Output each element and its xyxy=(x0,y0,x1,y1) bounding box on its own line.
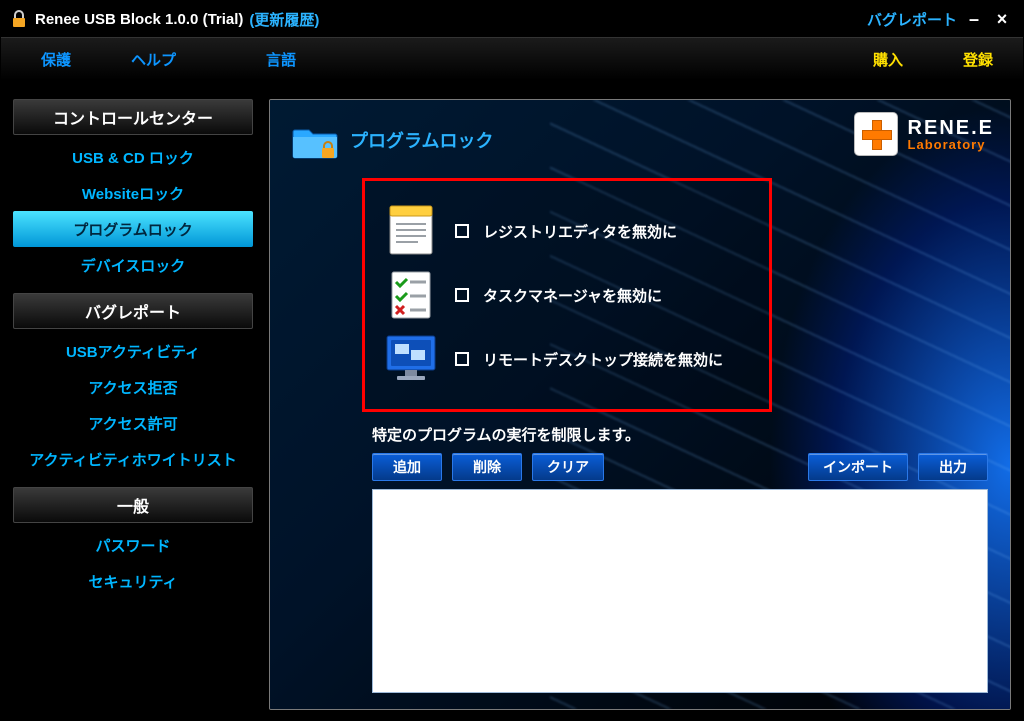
menu-buy[interactable]: 購入 xyxy=(873,49,903,70)
program-listbox[interactable] xyxy=(372,489,988,693)
sidebar: コントロールセンター USB & CD ロック Websiteロック プログラム… xyxy=(13,99,253,710)
description-text: 特定のプログラムの実行を制限します。 xyxy=(372,424,988,445)
menu-register[interactable]: 登録 xyxy=(963,49,993,70)
checkbox-disable-taskmgr[interactable] xyxy=(455,288,469,302)
close-button[interactable]: × xyxy=(991,9,1013,30)
plus-icon xyxy=(854,112,898,156)
option-label-taskmgr: タスクマネージャを無効に xyxy=(483,285,662,306)
clear-button[interactable]: クリア xyxy=(532,453,604,481)
option-label-remotedesktop: リモートデスクトップ接続を無効に xyxy=(483,349,723,370)
option-row-remotedesktop: リモートデスクトップ接続を無効に xyxy=(383,331,751,387)
minimize-button[interactable]: – xyxy=(963,9,985,30)
sidebar-item-device-lock[interactable]: デバイスロック xyxy=(13,247,253,283)
brand-logo: RENE.E Laboratory xyxy=(854,112,994,156)
app-window: Renee USB Block 1.0.0 (Trial) (更新履歴) バグレ… xyxy=(0,0,1024,721)
sidebar-item-security[interactable]: セキュリティ xyxy=(13,563,253,599)
sidebar-item-access-deny[interactable]: アクセス拒否 xyxy=(13,369,253,405)
main-panel: RENE.E Laboratory xyxy=(269,99,1011,710)
sidebar-section-bug-report: バグレポート xyxy=(13,293,253,329)
page-title: プログラムロック xyxy=(350,127,493,153)
lock-icon xyxy=(11,10,27,28)
sidebar-item-password[interactable]: パスワード xyxy=(13,527,253,563)
menubar: 保護 ヘルプ 言語 購入 登録 xyxy=(1,37,1023,81)
import-button[interactable]: インポート xyxy=(808,453,908,481)
option-row-taskmgr: タスクマネージャを無効に xyxy=(383,267,751,323)
checkbox-disable-regedit[interactable] xyxy=(455,224,469,238)
options-highlight-box: レジストリエディタを無効に xyxy=(362,178,772,412)
monitor-icon xyxy=(383,331,439,387)
logo-text-line1: RENE.E xyxy=(908,118,994,138)
body: コントロールセンター USB & CD ロック Websiteロック プログラム… xyxy=(1,81,1023,720)
bugreport-link[interactable]: バグレポート xyxy=(867,9,957,30)
sidebar-item-website-lock[interactable]: Websiteロック xyxy=(13,175,253,211)
sidebar-item-usb-activity[interactable]: USBアクティビティ xyxy=(13,333,253,369)
titlebar: Renee USB Block 1.0.0 (Trial) (更新履歴) バグレ… xyxy=(1,1,1023,37)
checklist-icon xyxy=(383,267,439,323)
sidebar-item-access-allow[interactable]: アクセス許可 xyxy=(13,405,253,441)
folder-lock-icon xyxy=(292,120,336,160)
export-button[interactable]: 出力 xyxy=(918,453,988,481)
option-row-registry: レジストリエディタを無効に xyxy=(383,203,751,259)
changelog-link[interactable]: (更新履歴) xyxy=(249,9,319,30)
menu-protect[interactable]: 保護 xyxy=(41,49,71,70)
sidebar-item-program-lock[interactable]: プログラムロック xyxy=(13,211,253,247)
logo-text-line2: Laboratory xyxy=(908,138,994,151)
delete-button[interactable]: 削除 xyxy=(452,453,522,481)
button-row: 追加 削除 クリア インポート 出力 xyxy=(372,453,988,481)
sidebar-section-general: 一般 xyxy=(13,487,253,523)
sidebar-item-usb-cd-lock[interactable]: USB & CD ロック xyxy=(13,139,253,175)
sidebar-section-control-center: コントロールセンター xyxy=(13,99,253,135)
menu-help[interactable]: ヘルプ xyxy=(131,49,176,70)
sidebar-item-activity-whitelist[interactable]: アクティビティホワイトリスト xyxy=(13,441,253,477)
option-label-registry: レジストリエディタを無効に xyxy=(483,221,677,242)
menu-language[interactable]: 言語 xyxy=(266,49,296,70)
checkbox-disable-remotedesktop[interactable] xyxy=(455,352,469,366)
window-title: Renee USB Block 1.0.0 (Trial) xyxy=(35,11,243,28)
add-button[interactable]: 追加 xyxy=(372,453,442,481)
notepad-icon xyxy=(383,203,439,259)
